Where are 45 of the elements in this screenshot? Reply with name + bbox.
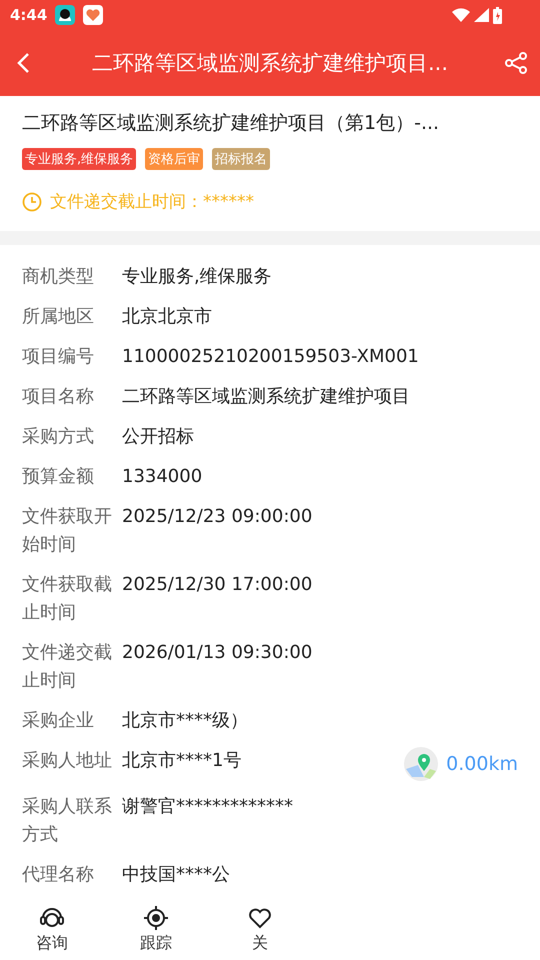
nav-tab[interactable]: 关 xyxy=(208,898,312,960)
field-value: 北京北京市 xyxy=(122,305,213,329)
field-value: 北京市****1号 xyxy=(122,749,242,773)
field-value: 公开招标 xyxy=(122,425,195,449)
target-icon xyxy=(143,904,169,930)
heart-app-icon xyxy=(83,5,104,25)
field-label: 采购人地址 xyxy=(22,749,113,773)
field-value: 中技国****公 xyxy=(122,863,231,887)
field-value: 专业服务,维保服务 xyxy=(122,265,273,289)
field-label: 采购方式 xyxy=(22,425,95,449)
project-title: 二环路等区域监测系统扩建维护项目（第1包）-... xyxy=(22,111,440,136)
battery-icon xyxy=(493,6,502,24)
field-label: 所属地区 xyxy=(22,305,95,329)
field-value: 11000025210200159503-XM001 xyxy=(122,345,420,369)
nav-tab[interactable]: 咨询 xyxy=(0,898,104,960)
field-label: 文件递交截止时间 xyxy=(22,641,113,693)
field-value: 2025/12/30 17:00:00 xyxy=(122,573,314,597)
field-value: 1334000 xyxy=(122,465,204,489)
map-pin-icon xyxy=(404,747,438,781)
field-value: 二环路等区域监测系统扩建维护项目 xyxy=(122,385,411,409)
field-label: 代理名称 xyxy=(22,863,95,887)
field-label: 商机类型 xyxy=(22,265,95,289)
field-value: 谢警官************* xyxy=(122,795,294,819)
field-label: 采购企业 xyxy=(22,709,95,733)
tag: 专业服务,维保服务 xyxy=(22,148,136,170)
deadline-text: 文件递交截止时间：****** xyxy=(50,191,254,213)
tag: 资格后审 xyxy=(145,148,204,170)
share-icon[interactable] xyxy=(504,51,528,75)
wifi-icon xyxy=(452,8,470,22)
clock-icon xyxy=(22,192,42,212)
field-label: 采购人联系方式 xyxy=(22,795,113,847)
status-time: 4:44 xyxy=(10,6,48,24)
nav-tab[interactable]: 跟踪 xyxy=(104,898,208,960)
field-label: 文件获取截止时间 xyxy=(22,573,113,625)
page-title: 二环路等区域监测系统扩建维护项目... xyxy=(90,50,450,77)
tag: 招标报名 xyxy=(212,148,270,170)
field-label: 项目名称 xyxy=(22,385,95,409)
field-label: 项目编号 xyxy=(22,345,95,369)
field-value: 2026/01/13 09:30:00 xyxy=(122,641,314,665)
field-value: 北京市****级） xyxy=(122,709,249,733)
field-value: 2025/12/23 09:00:00 xyxy=(122,505,314,529)
robot-app-icon xyxy=(55,5,76,25)
signal-icon xyxy=(474,8,489,22)
field-label: 文件获取开始时间 xyxy=(22,505,113,557)
field-label: 预算金额 xyxy=(22,465,95,489)
